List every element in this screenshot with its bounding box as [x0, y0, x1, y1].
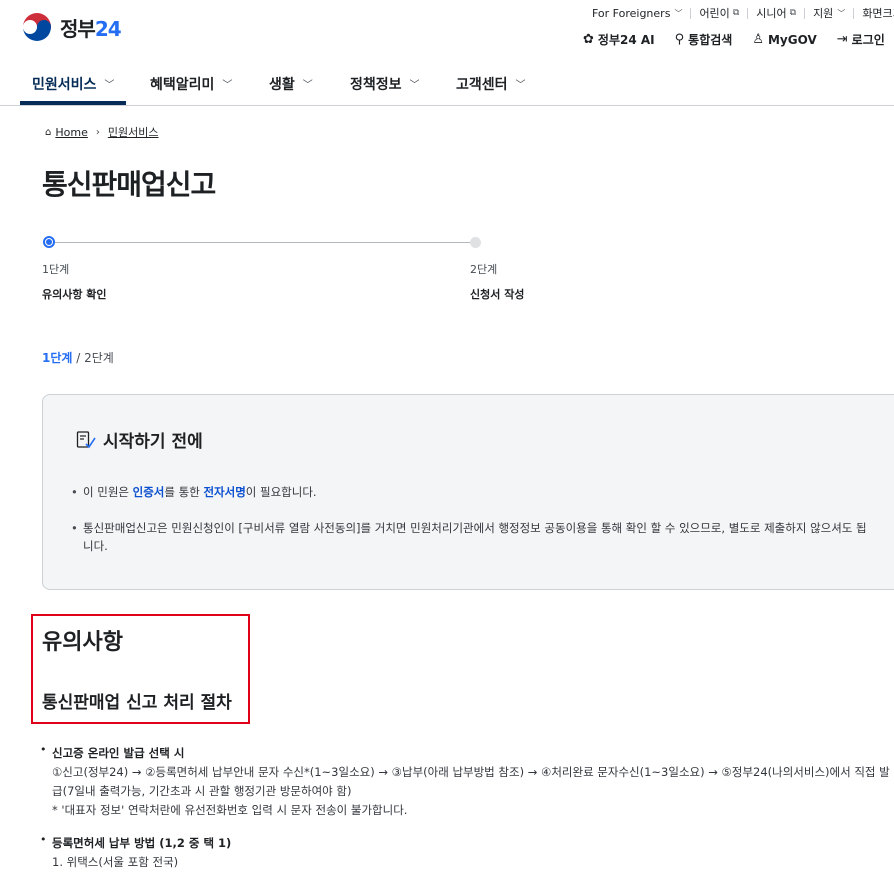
- quick-links: ✿ 정부24 AI ⚲ 통합검색 ♙ MyGOV ⇥ 로그인: [583, 31, 894, 48]
- divider: [804, 7, 806, 19]
- procedure-note: * '대표자 정보' 연락처란에 유선전화번호 입력 시 문자 전송이 불가합니…: [52, 803, 408, 817]
- chevron-right-icon: ›: [95, 126, 100, 138]
- site-logo[interactable]: 정부24: [20, 10, 122, 44]
- step-indicator: 1단계 / 2단계: [42, 351, 114, 365]
- utility-senior[interactable]: 시니어 ⧉: [756, 5, 796, 21]
- breadcrumb-home[interactable]: Home: [55, 126, 87, 139]
- chevron-down-icon: ﹀: [674, 8, 683, 18]
- search-icon: ⚲: [674, 32, 685, 47]
- step-1-name: 유의사항 확인: [42, 288, 107, 301]
- checklist-icon: [76, 430, 96, 448]
- procedure-list: 신고증 온라인 발급 선택 시 ①신고(정부24) → ②등록면허세 납부안내 …: [40, 743, 890, 877]
- gnb-item-life[interactable]: 생활 ﹀: [269, 62, 313, 105]
- step-2-number: 2단계: [470, 263, 498, 276]
- step-progress-line: [50, 242, 476, 243]
- procedure-heading: 등록면허세 납부 방법 (1,2 중 택 1): [52, 836, 232, 850]
- utility-for-foreigners[interactable]: For Foreigners ﹀: [592, 7, 682, 20]
- external-link-icon: ⧉: [789, 8, 797, 18]
- utility-screen-size[interactable]: 화면크기: [862, 5, 894, 21]
- chevron-down-icon: ﹀: [409, 80, 420, 91]
- quick-login[interactable]: ⇥ 로그인: [837, 31, 885, 48]
- step-2-name: 신청서 작성: [470, 288, 525, 301]
- caution-title: 유의사항: [42, 630, 123, 655]
- notice-list: 이 민원은 인증서를 통한 전자서명이 필요합니다. 통신판매업신고은 민원신청…: [71, 483, 871, 573]
- main-navigation: 민원서비스 ﹀ 혜택알리미 ﹀ 생활 ﹀ 정책정보 ﹀ 고객센터 ﹀: [0, 62, 894, 106]
- breadcrumb-current[interactable]: 민원서비스: [108, 124, 159, 140]
- divider: [747, 7, 749, 19]
- brand-name: 정부24: [60, 16, 122, 41]
- chevron-down-icon: ﹀: [104, 80, 115, 91]
- ai-icon: ✿: [583, 32, 594, 47]
- external-link-icon: ⧉: [732, 8, 740, 18]
- step-1-marker: [43, 236, 55, 248]
- gnb-item-benefits[interactable]: 혜택알리미 ﹀: [150, 62, 232, 105]
- procedure-line: ①신고(정부24) → ②등록면허세 납부안내 문자 수신*(1~3일소요) →…: [52, 765, 890, 798]
- page-title: 통신판매업신고: [42, 168, 216, 201]
- caution-subtitle: 통신판매업 신고 처리 절차: [42, 693, 232, 713]
- quick-ai[interactable]: ✿ 정부24 AI: [583, 31, 655, 48]
- utility-kids[interactable]: 어린이 ⧉: [699, 5, 739, 21]
- procedure-line: 1. 위택스(서울 포함 전국): [52, 855, 179, 869]
- gnb-item-customer-center[interactable]: 고객센터 ﹀: [456, 62, 526, 105]
- taegeuk-emblem-icon: [21, 11, 53, 43]
- gnb-item-policy[interactable]: 정책정보 ﹀: [350, 62, 420, 105]
- list-item: 등록면허세 납부 방법 (1,2 중 택 1) 1. 위택스(서울 포함 전국): [40, 833, 890, 872]
- chevron-down-icon: ﹀: [837, 8, 846, 18]
- home-icon: ⌂: [45, 126, 52, 138]
- breadcrumb: ⌂ Home › 민원서비스: [45, 124, 158, 140]
- procedure-heading: 신고증 온라인 발급 선택 시: [52, 746, 185, 760]
- quick-mygov[interactable]: ♙ MyGOV: [752, 32, 816, 47]
- chevron-down-icon: ﹀: [302, 80, 313, 91]
- chevron-down-icon: ﹀: [515, 80, 526, 91]
- step-2-marker: [470, 237, 481, 248]
- notice-title: 시작하기 전에: [103, 432, 203, 452]
- notice-item-certificate: 이 민원은 인증서를 통한 전자서명이 필요합니다.: [71, 483, 871, 501]
- login-icon: ⇥: [836, 32, 848, 47]
- before-start-notice: 시작하기 전에 이 민원은 인증서를 통한 전자서명이 필요합니다. 통신판매업…: [42, 394, 894, 590]
- chevron-down-icon: ﹀: [222, 80, 233, 91]
- gnb-item-civil-service[interactable]: 민원서비스 ﹀: [32, 62, 114, 105]
- quick-search[interactable]: ⚲ 통합검색: [675, 31, 733, 48]
- divider: [690, 7, 692, 19]
- list-item: 신고증 온라인 발급 선택 시 ①신고(정부24) → ②등록면허세 납부안내 …: [40, 743, 890, 820]
- user-icon: ♙: [752, 32, 764, 47]
- utility-links: For Foreigners﹀ 어린이⧉ 시니어⧉ 지원﹀ 화면크기: [592, 5, 894, 21]
- utility-support[interactable]: 지원 ﹀: [813, 5, 845, 21]
- gnb-active-indicator: [20, 101, 126, 105]
- notice-item-document-consent: 통신판매업신고은 민원신청인이 [구비서류 열람 사전동의]를 거치면 민원처리…: [71, 519, 871, 555]
- divider: [853, 7, 855, 19]
- step-1-number: 1단계: [42, 263, 70, 276]
